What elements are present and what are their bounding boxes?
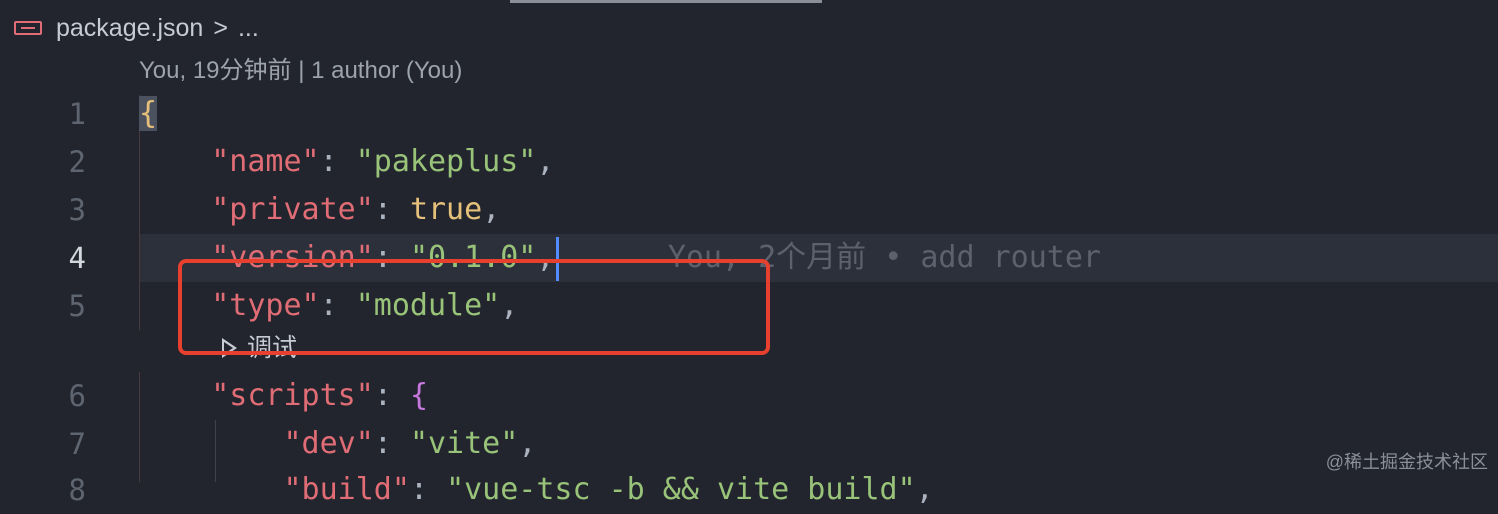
npm-file-icon bbox=[14, 21, 42, 35]
json-string: "vite" bbox=[409, 426, 519, 461]
json-key: "build" bbox=[283, 472, 410, 507]
json-string: "pakeplus" bbox=[355, 144, 537, 179]
colon: : bbox=[373, 426, 410, 461]
open-brace: { bbox=[409, 378, 428, 413]
line-number: 8 bbox=[68, 473, 86, 507]
colon: : bbox=[409, 472, 447, 507]
line-number: 7 bbox=[68, 427, 86, 461]
active-tab-indicator bbox=[510, 0, 822, 3]
json-key: "private" bbox=[211, 192, 374, 227]
json-key: "scripts" bbox=[211, 378, 374, 413]
json-string: "vue-tsc -b && vite build" bbox=[446, 472, 916, 507]
comma: , bbox=[482, 192, 501, 227]
line-number: 6 bbox=[68, 379, 86, 413]
line-number-active: 4 bbox=[68, 241, 86, 275]
comma: , bbox=[536, 144, 555, 179]
colon: : bbox=[319, 144, 356, 179]
watermark: @稀土掘金技术社区 bbox=[1325, 452, 1488, 472]
annotation-box bbox=[178, 259, 770, 355]
line-number: 3 bbox=[68, 193, 86, 227]
open-brace: { bbox=[139, 96, 158, 131]
comma: , bbox=[518, 426, 537, 461]
colon: : bbox=[373, 378, 410, 413]
colon: : bbox=[373, 192, 410, 227]
breadcrumb-file[interactable]: package.json bbox=[56, 14, 203, 43]
code-line[interactable]: "build": "vue-tsc -b && vite build", bbox=[139, 466, 934, 514]
line-number: 5 bbox=[68, 289, 86, 323]
git-codelens[interactable]: You, 19分钟前 | 1 author (You) bbox=[139, 56, 462, 86]
code-line[interactable]: "private": true, bbox=[139, 186, 500, 234]
json-key: "name" bbox=[211, 144, 320, 179]
line-number: 2 bbox=[68, 145, 86, 179]
json-boolean: true bbox=[409, 192, 483, 227]
code-line[interactable]: "name": "pakeplus", bbox=[139, 138, 554, 186]
code-line[interactable]: "scripts": { bbox=[139, 372, 428, 420]
line-number: 1 bbox=[68, 97, 86, 131]
breadcrumb-ellipsis[interactable]: ... bbox=[238, 14, 259, 43]
comma: , bbox=[915, 472, 934, 507]
code-line[interactable]: "dev": "vite", bbox=[139, 420, 537, 468]
json-key: "dev" bbox=[283, 426, 374, 461]
breadcrumb-separator: > bbox=[213, 13, 228, 42]
code-line[interactable]: { bbox=[139, 90, 158, 138]
breadcrumb[interactable]: package.json > ... bbox=[14, 8, 259, 48]
